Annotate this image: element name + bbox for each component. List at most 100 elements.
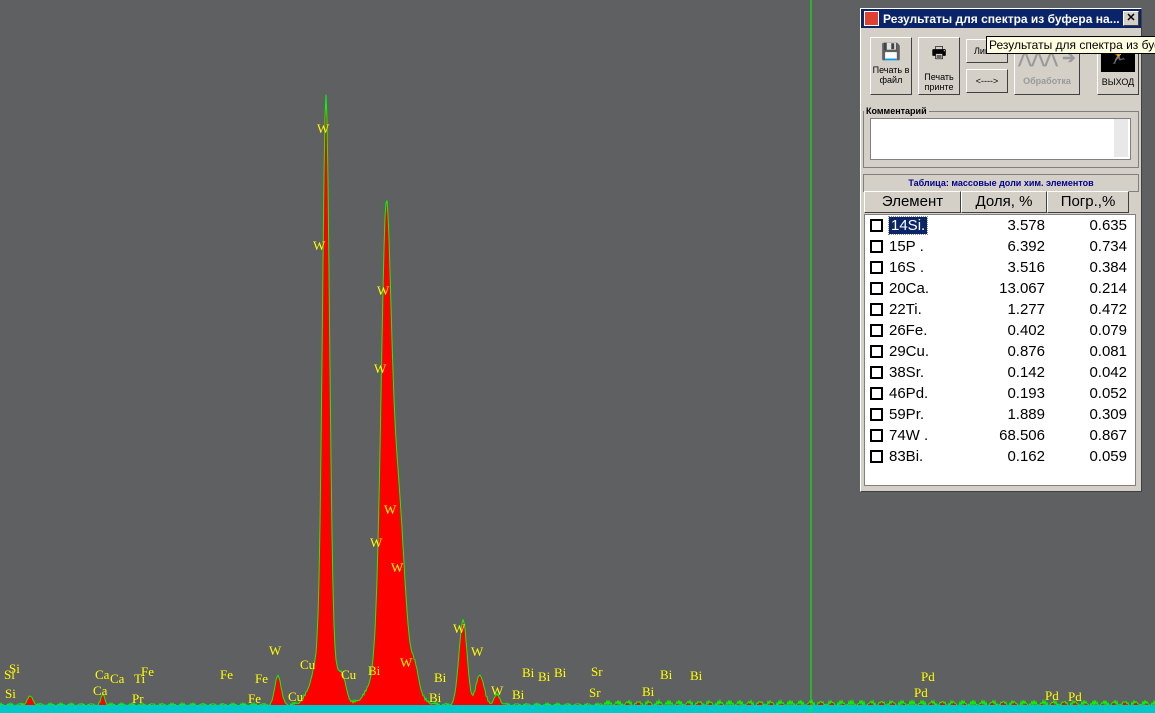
elements-table: 14Si. 3.578 0.635 15P . 6.392 0.734 16S . 3.516… <box>864 214 1136 486</box>
table-row[interactable]: 22Ti. 1.277 0.472 <box>865 299 1135 320</box>
peak-label: Fe <box>255 671 268 686</box>
col-element[interactable]: Элемент <box>864 191 961 213</box>
table-row[interactable]: 59Pr. 1.889 0.309 <box>865 404 1135 425</box>
peak-label: Cu <box>300 657 316 672</box>
error-cell: 0.867 <box>1089 427 1127 444</box>
peak-label: Cu <box>341 667 357 682</box>
row-checkbox[interactable] <box>870 366 883 379</box>
peak-label: Pd <box>1068 689 1082 704</box>
fraction-cell: 3.578 <box>1007 217 1045 234</box>
error-cell: 0.384 <box>1089 259 1127 276</box>
peak-label: Bi <box>434 670 447 685</box>
comment-scrollbar[interactable] <box>1114 119 1128 157</box>
table-row[interactable]: 20Ca. 13.067 0.214 <box>865 278 1135 299</box>
element-cell: 74W . <box>889 427 929 444</box>
element-cell: 59Pr. <box>889 406 925 423</box>
fraction-cell: 0.876 <box>1007 343 1045 360</box>
row-checkbox[interactable] <box>870 219 883 232</box>
fraction-cell: 0.162 <box>1007 448 1045 465</box>
table-row[interactable]: 26Fe. 0.402 0.079 <box>865 320 1135 341</box>
peak-label: Pd <box>1045 688 1059 703</box>
element-cell: 14Si. <box>887 216 929 235</box>
row-checkbox[interactable] <box>870 387 883 400</box>
peak-label: W <box>384 502 397 517</box>
element-cell: 26Fe. <box>889 322 928 339</box>
element-cell: 38Sr. <box>889 364 925 381</box>
peak-label: Bi <box>368 663 381 678</box>
table-row[interactable]: 15P . 6.392 0.734 <box>865 236 1135 257</box>
printer-icon: 🖶 <box>931 45 947 62</box>
table-row[interactable]: 83Bi. 0.162 0.059 <box>865 446 1135 467</box>
arrows-button[interactable]: <----> <box>966 69 1008 93</box>
peak-label: Fe <box>141 664 154 679</box>
peak-label: Pd <box>921 669 935 684</box>
table-header: Элемент Доля, % Погр.,% <box>864 191 1136 213</box>
app-icon <box>864 11 879 26</box>
error-cell: 0.734 <box>1089 238 1127 255</box>
peak-label: W <box>491 683 504 698</box>
print-to-file-button[interactable]: 💾 Печать в файл <box>870 37 912 95</box>
fraction-cell: 68.506 <box>999 427 1045 444</box>
row-checkbox[interactable] <box>870 429 883 442</box>
error-cell: 0.081 <box>1089 343 1127 360</box>
table-row[interactable]: 74W . 68.506 0.867 <box>865 425 1135 446</box>
error-cell: 0.472 <box>1089 301 1127 318</box>
row-checkbox[interactable] <box>870 303 883 316</box>
tooltip: Результаты для спектра из буфера на... <box>986 36 1155 54</box>
print-to-printer-button[interactable]: 🖶 Печать принте <box>918 37 960 95</box>
peak-label: Bi <box>690 668 703 683</box>
peak-label: Sr <box>589 685 601 700</box>
fraction-cell: 0.193 <box>1007 385 1045 402</box>
error-cell: 0.635 <box>1089 217 1127 234</box>
peak-label: Ca <box>93 683 108 698</box>
peak-label: W <box>377 283 390 298</box>
row-checkbox[interactable] <box>870 282 883 295</box>
error-cell: 0.059 <box>1089 448 1127 465</box>
peak-label: Ca <box>95 667 110 682</box>
table-row[interactable]: 16S . 3.516 0.384 <box>865 257 1135 278</box>
fraction-cell: 0.142 <box>1007 364 1045 381</box>
peak-label: Cu <box>288 689 304 704</box>
row-checkbox[interactable] <box>870 261 883 274</box>
peak-label: W <box>400 655 413 670</box>
close-button[interactable]: ✕ <box>1123 11 1139 26</box>
peak-label: W <box>370 535 383 550</box>
peak-label: Pd <box>914 685 928 700</box>
peak-label: Bi <box>429 690 442 705</box>
error-cell: 0.214 <box>1089 280 1127 297</box>
row-checkbox[interactable] <box>870 408 883 421</box>
col-fraction[interactable]: Доля, % <box>961 191 1047 213</box>
peak-label: Bi <box>538 669 551 684</box>
title-bar[interactable]: Результаты для спектра из буфера на... ✕ <box>861 9 1141 28</box>
results-window: Результаты для спектра из буфера на... ✕ … <box>860 8 1142 492</box>
peak-label: W <box>453 621 466 636</box>
peak-label: Pr <box>132 691 144 706</box>
peak-label: W <box>313 238 326 253</box>
peak-label: W <box>471 644 484 659</box>
col-error[interactable]: Погр.,% <box>1047 191 1129 213</box>
comment-textarea[interactable] <box>870 118 1131 160</box>
row-checkbox[interactable] <box>870 240 883 253</box>
fraction-cell: 1.277 <box>1007 301 1045 318</box>
peak-label: Bi <box>512 687 525 702</box>
table-row[interactable]: 29Cu. 0.876 0.081 <box>865 341 1135 362</box>
table-row[interactable]: 46Pd. 0.193 0.052 <box>865 383 1135 404</box>
peak-label: Si <box>5 686 16 701</box>
fraction-cell: 13.067 <box>999 280 1045 297</box>
table-title: Таблица: массовые доли хим. элементов <box>863 174 1139 192</box>
error-cell: 0.052 <box>1089 385 1127 402</box>
table-row[interactable]: 14Si. 3.578 0.635 <box>865 215 1135 236</box>
peak-label: Ca <box>110 671 125 686</box>
peak-label: Bi <box>642 684 655 699</box>
row-checkbox[interactable] <box>870 324 883 337</box>
row-checkbox[interactable] <box>870 450 883 463</box>
element-cell: 29Cu. <box>889 343 930 360</box>
element-cell: 46Pd. <box>889 385 929 402</box>
peak-label: Bi <box>522 665 535 680</box>
element-cell: 16S . <box>889 259 925 276</box>
fraction-cell: 0.402 <box>1007 322 1045 339</box>
window-title: Результаты для спектра из буфера на... <box>883 11 1120 26</box>
row-checkbox[interactable] <box>870 345 883 358</box>
element-cell: 15P . <box>889 238 924 255</box>
table-row[interactable]: 38Sr. 0.142 0.042 <box>865 362 1135 383</box>
